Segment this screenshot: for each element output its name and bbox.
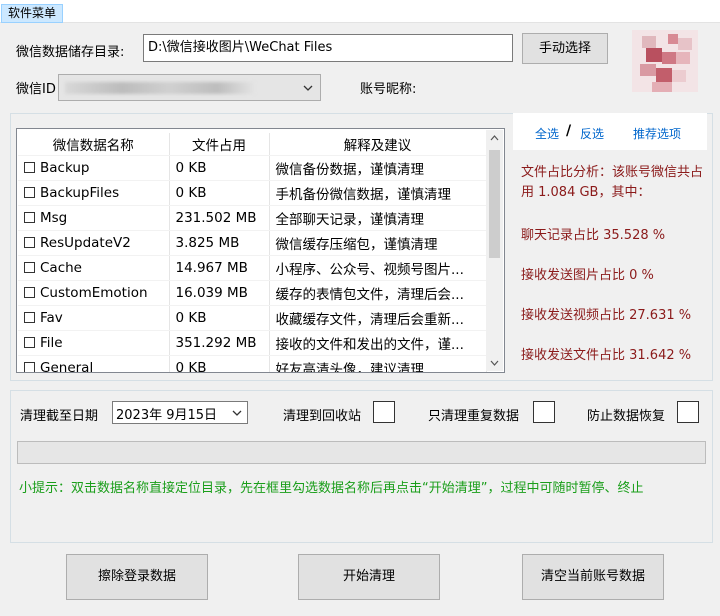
prevent-recovery-label: 防止数据恢复 [587, 409, 666, 424]
scroll-down-icon[interactable] [490, 360, 499, 366]
data-list[interactable]: 微信数据名称 文件占用 解释及建议 Backup 0 KB 微信备份数据，谨慎清理 B… [16, 128, 505, 373]
row-note: 微信备份数据，谨慎清理 [269, 155, 487, 181]
column-header-name[interactable]: 微信数据名称 [18, 133, 170, 156]
erase-login-button[interactable]: 擦除登录数据 [66, 554, 208, 600]
row-size: 0 KB [169, 305, 270, 331]
software-menu[interactable]: 软件菜单 [1, 4, 64, 23]
duplicates-label: 只清理重复数据 [428, 409, 520, 424]
row-name: BackupFiles [40, 185, 120, 201]
row-size: 16.039 MB [169, 280, 270, 306]
column-header-note[interactable]: 解释及建议 [269, 133, 487, 156]
progress-bar [17, 441, 706, 464]
row-name-cell[interactable]: Cache [18, 255, 170, 281]
table-row[interactable]: ResUpdateV2 3.825 MB 微信缓存压缩包，谨慎清理 [18, 230, 487, 256]
row-name: Fav [40, 310, 63, 326]
row-size: 0 KB [169, 180, 270, 206]
clear-account-button[interactable]: 清空当前账号数据 [522, 554, 664, 600]
row-name-cell[interactable]: General [18, 355, 170, 373]
row-name: Backup [40, 160, 90, 176]
table-row[interactable]: File 351.292 MB 接收的文件和发出的文件，谨... [18, 330, 487, 356]
row-note: 小程序、公众号、视频号图片... [269, 255, 487, 281]
date-label: 清理截至日期 [20, 409, 99, 424]
table-row[interactable]: BackupFiles 0 KB 手机备份微信数据，谨慎清理 [18, 180, 487, 206]
analysis-images: 接收发送图片占比 0 % [521, 268, 654, 283]
row-note: 接收的文件和发出的文件，谨... [269, 330, 487, 356]
row-size: 0 KB [169, 355, 270, 372]
scroll-thumb[interactable] [489, 150, 500, 258]
avatar [632, 30, 698, 92]
analysis-chat: 聊天记录占比 35.528 % [521, 228, 666, 243]
row-size: 14.967 MB [169, 255, 270, 281]
row-checkbox[interactable] [24, 362, 35, 372]
row-size: 0 KB [169, 155, 270, 181]
row-note: 手机备份微信数据，谨慎清理 [269, 180, 487, 206]
scroll-up-icon[interactable] [490, 135, 499, 141]
row-checkbox[interactable] [24, 162, 35, 173]
recycle-label: 清理到回收站 [283, 409, 362, 424]
wechat-id-label: 微信ID [16, 82, 56, 97]
column-header-size[interactable]: 文件占用 [169, 133, 270, 156]
table-row[interactable]: CustomEmotion 16.039 MB 缓存的表情包文件，清理后会... [18, 280, 487, 306]
row-checkbox[interactable] [24, 212, 35, 223]
row-name: Msg [40, 210, 68, 226]
row-checkbox[interactable] [24, 337, 35, 348]
selection-separator: / [566, 123, 572, 139]
duplicates-checkbox[interactable] [533, 401, 555, 423]
date-value: 2023年 9月15日 [116, 408, 218, 423]
invert-selection-link[interactable]: 反选 [580, 125, 604, 142]
row-name-cell[interactable]: File [18, 330, 170, 356]
table-row[interactable]: Cache 14.967 MB 小程序、公众号、视频号图片... [18, 255, 487, 281]
table-header-row: 微信数据名称 文件占用 解释及建议 [18, 133, 487, 156]
row-name-cell[interactable]: BackupFiles [18, 180, 170, 206]
table-row[interactable]: Backup 0 KB 微信备份数据，谨慎清理 [18, 155, 487, 181]
row-name: File [40, 335, 63, 351]
row-name-cell[interactable]: Msg [18, 205, 170, 231]
date-picker[interactable]: 2023年 9月15日 [112, 401, 248, 424]
row-name-cell[interactable]: Fav [18, 305, 170, 331]
analysis-videos: 接收发送视频占比 27.631 % [521, 308, 692, 323]
row-checkbox[interactable] [24, 187, 35, 198]
row-size: 351.292 MB [169, 330, 270, 356]
recommended-options-link[interactable]: 推荐选项 [633, 125, 681, 142]
table-row[interactable]: General 0 KB 好友高清头像，建议清理 [18, 355, 487, 373]
list-scrollbar[interactable] [486, 130, 503, 371]
wechat-id-select[interactable] [58, 74, 321, 101]
row-checkbox[interactable] [24, 262, 35, 273]
row-size: 231.502 MB [169, 205, 270, 231]
row-checkbox[interactable] [24, 287, 35, 298]
row-name: General [40, 360, 94, 373]
row-name-cell[interactable]: ResUpdateV2 [18, 230, 170, 256]
row-name: ResUpdateV2 [40, 235, 131, 251]
row-name: Cache [40, 260, 82, 276]
start-clean-button[interactable]: 开始清理 [298, 554, 440, 600]
prevent-recovery-checkbox[interactable] [677, 401, 699, 423]
menu-bar: 软件菜单 [0, 0, 720, 23]
data-table: 微信数据名称 文件占用 解释及建议 Backup 0 KB 微信备份数据，谨慎清理 B… [18, 133, 487, 373]
table-row[interactable]: Msg 231.502 MB 全部聊天记录，谨慎清理 [18, 205, 487, 231]
recycle-checkbox[interactable] [373, 401, 395, 423]
row-checkbox[interactable] [24, 237, 35, 248]
row-checkbox[interactable] [24, 312, 35, 323]
row-size: 3.825 MB [169, 230, 270, 256]
row-name-cell[interactable]: CustomEmotion [18, 280, 170, 306]
select-all-link[interactable]: 全选 [535, 125, 559, 142]
storage-path-input[interactable]: D:\微信接收图片\WeChat Files [143, 34, 513, 62]
row-note: 全部聊天记录，谨慎清理 [269, 205, 487, 231]
row-note: 微信缓存压缩包，谨慎清理 [269, 230, 487, 256]
row-name: CustomEmotion [40, 285, 148, 301]
nickname-label: 账号昵称: [360, 82, 417, 97]
row-note: 收藏缓存文件，清理后会重新... [269, 305, 487, 331]
chevron-down-icon [303, 85, 313, 91]
storage-dir-label: 微信数据储存目录: [16, 45, 125, 60]
chevron-down-icon [232, 410, 242, 416]
manual-select-button[interactable]: 手动选择 [522, 33, 608, 64]
row-name-cell[interactable]: Backup [18, 155, 170, 181]
row-note: 好友高清头像，建议清理 [269, 355, 487, 372]
wechat-id-redacted [65, 82, 255, 94]
table-row[interactable]: Fav 0 KB 收藏缓存文件，清理后会重新... [18, 305, 487, 331]
analysis-summary: 文件占比分析：该账号微信共占用 1.084 GB，其中： [521, 165, 704, 200]
analysis-files: 接收发送文件占比 31.642 % [521, 348, 692, 363]
row-note: 缓存的表情包文件，清理后会... [269, 280, 487, 306]
tip-text: 小提示：双击数据名称直接定位目录，先在框里勾选数据名称后再点击“开始清理”，过程… [19, 481, 644, 496]
